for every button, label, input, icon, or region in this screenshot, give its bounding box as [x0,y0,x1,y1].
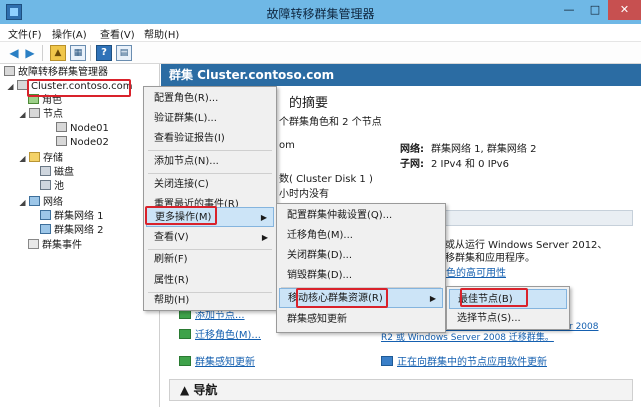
close-button[interactable]: ✕ [608,0,641,20]
menu-item-move-core-resources[interactable]: 移动核心群集资源(R) ▶ [279,288,443,308]
recent-events: 小时内没有 [279,189,329,200]
pool-icon [40,180,51,190]
toolbar-separator [90,45,91,61]
menu-item-best-node[interactable]: 最佳节点(B) [449,289,567,309]
cluster-manager-icon [4,66,15,76]
navigation-tree: 故障转移群集管理器 ◢ Cluster.contoso.com 角色 ◢ 节点 No… [0,64,160,407]
menu-view[interactable]: 查看(V) [100,26,135,41]
menu-file[interactable]: 文件(F) [8,26,42,41]
navigation-section[interactable]: ▲ 导航 [169,379,633,401]
back-arrow-icon[interactable]: ◀ [6,45,22,61]
menu-bar: 文件(F) 操作(A) 查看(V) 帮助(H) [0,24,641,42]
tree-net1[interactable]: 群集网络 1 [40,210,104,224]
high-availability-link[interactable]: 角色的高可用性 [436,264,506,279]
events-icon [28,239,39,249]
networks-label: 网络: [400,144,424,155]
tree-node01[interactable]: Node01 [56,122,109,136]
subnet-value: 2 IPv4 和 0 IPv6 [431,159,509,170]
menu-item-help[interactable]: 帮助(H) [146,291,274,311]
migrate-description-2: 移群集和应用程序。 [445,253,535,264]
storage-icon [29,152,40,162]
cau-icon [179,356,191,366]
minimize-button[interactable]: — [556,0,582,20]
menu-separator [148,173,272,174]
menu-item-close-connection[interactable]: 关闭连接(C) [146,175,274,195]
context-menu: 配置角色(R)... 验证群集(L)... 查看验证报告(I) 添加节点(N).… [143,86,277,311]
action-pane-icon[interactable]: ▤ [116,45,132,61]
submenu-arrow-icon: ▶ [429,294,436,303]
tree-cluster[interactable]: ◢ Cluster.contoso.com [6,80,132,94]
summary-title: 的摘要 [289,96,329,111]
collapse-icon[interactable]: ◢ [6,80,15,94]
menu-item-view-validation-report[interactable]: 查看验证报告(I) [146,129,274,149]
menu-item-select-node[interactable]: 选择节点(S)... [449,309,567,329]
maximize-button[interactable]: □ [582,0,608,20]
cluster-name-fragment: om [279,140,295,151]
menu-item-validate-cluster[interactable]: 验证群集(L)... [146,109,274,129]
tree-roles[interactable]: 角色 [28,94,62,108]
menu-item-configure-role[interactable]: 配置角色(R)... [146,89,274,109]
cau-row[interactable]: 群集感知更新 [179,353,255,368]
forward-arrow-icon[interactable]: ▶ [22,45,38,61]
update-icon [381,356,393,366]
tree-disks[interactable]: 磁盘 [40,166,74,180]
menu-item-migrate-roles[interactable]: 迁移角色(M)... [279,226,443,246]
tree-nodes[interactable]: ◢ 节点 [18,108,63,122]
move-role-icon [179,329,191,339]
tree-root[interactable]: 故障转移群集管理器 [4,66,108,80]
tree-node02[interactable]: Node02 [56,136,109,150]
submenu-arrow-icon: ▶ [261,233,268,242]
move-role-row[interactable]: 迁移角色(M)... [179,326,261,341]
collapse-icon[interactable]: ◢ [18,152,27,166]
menu-item-more-actions[interactable]: 更多操作(M) ▶ [146,207,274,227]
menu-item-view[interactable]: 查看(V) ▶ [146,228,274,248]
disk-icon [40,166,51,176]
title-bar: 故障转移群集管理器 — □ ✕ [0,0,641,24]
tree-pools[interactable]: 池 [40,180,64,194]
menu-item-cluster-aware-updating[interactable]: 群集感知更新 [279,310,443,330]
help-icon[interactable]: ? [96,45,112,61]
network-icon [40,224,51,234]
menu-action[interactable]: 操作(A) [52,26,87,41]
toolbar-separator [42,45,43,61]
roles-icon [28,94,39,104]
subnet-label: 子网: [400,159,424,170]
menu-item-properties[interactable]: 属性(R) [146,271,274,291]
menu-item-shutdown-cluster[interactable]: 关闭群集(D)... [279,246,443,266]
menu-item-configure-quorum[interactable]: 配置群集仲裁设置(Q)... [279,206,443,226]
menu-item-destroy-cluster[interactable]: 销毁群集(D)... [279,266,443,286]
toolbar: ◀ ▶ ▲ ▦ ? ▤ [0,42,641,64]
submenu-arrow-icon: ▶ [260,213,267,222]
updating-row[interactable]: 正在向群集中的节点应用软件更新 [381,353,547,368]
menu-separator [148,150,272,151]
networks-icon [29,196,40,206]
up-folder-icon[interactable]: ▲ [50,45,66,61]
server-icon [56,122,67,132]
collapse-icon[interactable]: ◢ [18,196,27,210]
nodes-icon [29,108,40,118]
more-actions-submenu: 配置群集仲裁设置(Q)... 迁移角色(M)... 关闭群集(D)... 销毁群… [276,203,446,333]
menu-help[interactable]: 帮助(H) [144,26,179,41]
window-title: 故障转移群集管理器 [266,7,375,21]
server-icon [56,136,67,146]
page-title: 群集 Cluster.contoso.com [161,64,641,86]
show-hide-tree-icon[interactable]: ▦ [70,45,86,61]
tree-net2[interactable]: 群集网络 2 [40,224,104,238]
network-icon [40,210,51,220]
witness-disk: 数( Cluster Disk 1 ) [279,174,373,185]
collapse-icon[interactable]: ◢ [18,108,27,122]
cluster-icon [17,80,28,90]
roles-nodes-count: 个群集角色和 2 个节点 [279,117,382,128]
tree-events[interactable]: 群集事件 [28,239,82,253]
menu-item-add-node[interactable]: 添加节点(N)... [146,152,274,172]
menu-item-refresh[interactable]: 刷新(F) [146,250,274,270]
tree-storage[interactable]: ◢ 存储 [18,152,63,166]
networks-value: 群集网络 1, 群集网络 2 [431,144,537,155]
move-core-submenu: 最佳节点(B) 选择节点(S)... [446,286,570,330]
tree-networks[interactable]: ◢ 网络 [18,196,63,210]
